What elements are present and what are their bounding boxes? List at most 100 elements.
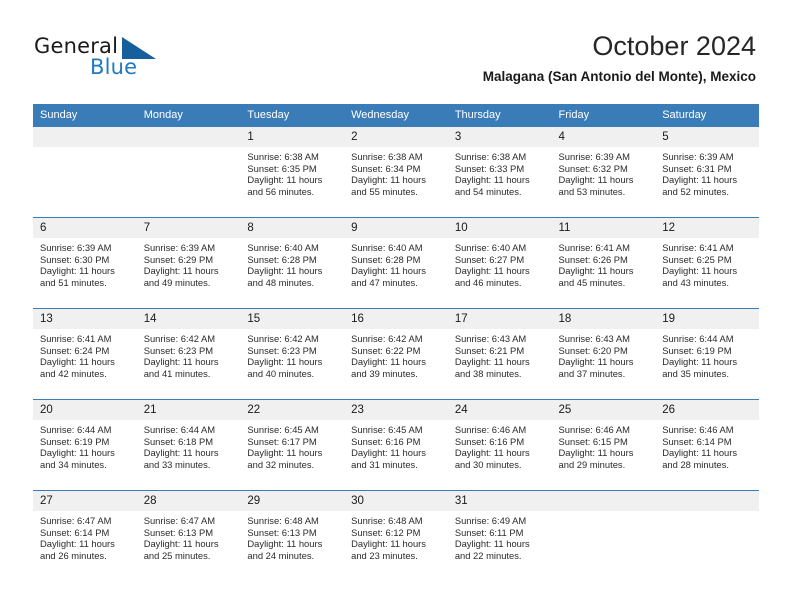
sunrise-text: Sunrise: 6:46 AM: [662, 424, 734, 435]
day-number: 21: [136, 400, 241, 420]
daylight-text-line1: Daylight: 11 hours: [143, 265, 219, 277]
calendar-day-cell[interactable]: 4 Sunrise: 6:39 AM Sunset: 6:32 PM Daylight…: [551, 127, 656, 218]
page-subtitle: Malagana (San Antonio del Monte), Mexico: [482, 69, 756, 84]
sunset-text: Sunset: 6:34 PM: [351, 162, 421, 174]
sunset-text: Sunset: 6:28 PM: [351, 253, 421, 265]
calendar-day-cell[interactable]: 17 Sunrise: 6:43 AM Sunset: 6:21 PM Dayligh…: [447, 308, 552, 400]
sunset-text: Sunset: 6:12 PM: [351, 526, 421, 538]
day-number: 3: [447, 127, 552, 147]
calendar-day-cell[interactable]: 6 Sunrise: 6:39 AM Sunset: 6:30 PM Daylight…: [33, 217, 137, 309]
logo-text-blue: Blue: [90, 55, 138, 79]
calendar-day-cell[interactable]: 2 Sunrise: 6:38 AM Sunset: 6:34 PM Daylight…: [344, 127, 448, 218]
day-number: 17: [447, 309, 552, 329]
calendar-day-cell[interactable]: 15 Sunrise: 6:42 AM Sunset: 6:23 PM Dayligh…: [240, 308, 345, 400]
sunset-text: Sunset: 6:30 PM: [40, 253, 110, 265]
sunset-text: Sunset: 6:16 PM: [351, 435, 421, 447]
day-number: 18: [551, 309, 656, 329]
page-title: October 2024: [592, 31, 756, 61]
calendar-day-cell[interactable]: 22 Sunrise: 6:45 AM Sunset: 6:17 PM Dayligh…: [240, 399, 345, 491]
sunrise-text: Sunrise: 6:39 AM: [662, 151, 734, 162]
day-number: 22: [240, 400, 345, 420]
calendar-week-row: 6 Sunrise: 6:39 AM Sunset: 6:30 PM Daylight…: [33, 217, 759, 309]
sunset-text: Sunset: 6:15 PM: [558, 435, 628, 447]
calendar-day-cell[interactable]: 23 Sunrise: 6:45 AM Sunset: 6:16 PM Dayligh…: [344, 399, 448, 491]
day-number: [136, 127, 241, 147]
sunset-text: Sunset: 6:32 PM: [558, 162, 628, 174]
sunrise-text: Sunrise: 6:41 AM: [40, 333, 112, 344]
calendar-week-row: 27 Sunrise: 6:47 AM Sunset: 6:14 PM Dayligh…: [33, 490, 759, 581]
calendar-day-cell[interactable]: 8 Sunrise: 6:40 AM Sunset: 6:28 PM Daylight…: [240, 217, 345, 309]
calendar-week-row: 1 Sunrise: 6:38 AM Sunset: 6:35 PM Daylight…: [33, 127, 759, 218]
calendar-day-cell[interactable]: 20 Sunrise: 6:44 AM Sunset: 6:19 PM Dayligh…: [33, 399, 137, 491]
day-details: Sunrise: 6:40 AM Sunset: 6:27 PM Daylight:…: [448, 238, 552, 288]
daylight-text-line1: Daylight: 11 hours: [662, 174, 738, 186]
daylight-text-line1: Daylight: 11 hours: [351, 447, 426, 459]
day-cell-inner: 3 Sunrise: 6:38 AM Sunset: 6:33 PM Daylight…: [447, 127, 552, 217]
daylight-text-line2: and 43 minutes.: [662, 276, 729, 288]
day-cell-inner: 6 Sunrise: 6:39 AM Sunset: 6:30 PM Daylight…: [33, 218, 137, 308]
calendar-day-cell[interactable]: 24 Sunrise: 6:46 AM Sunset: 6:16 PM Dayligh…: [447, 399, 552, 491]
daylight-text-line1: Daylight: 11 hours: [454, 447, 530, 459]
calendar-day-cell[interactable]: 3 Sunrise: 6:38 AM Sunset: 6:33 PM Daylight…: [447, 127, 552, 218]
day-cell-inner: 15 Sunrise: 6:42 AM Sunset: 6:23 PM Dayligh…: [240, 309, 345, 399]
calendar-day-cell[interactable]: 29 Sunrise: 6:48 AM Sunset: 6:13 PM Dayligh…: [240, 490, 345, 581]
calendar-day-cell[interactable]: 11 Sunrise: 6:41 AM Sunset: 6:26 PM Dayligh…: [551, 217, 656, 309]
sunrise-text: Sunrise: 6:46 AM: [558, 424, 630, 435]
daylight-text-line1: Daylight: 11 hours: [247, 174, 323, 186]
daylight-text-line1: Daylight: 11 hours: [247, 265, 323, 277]
day-cell-inner: 20 Sunrise: 6:44 AM Sunset: 6:19 PM Dayligh…: [33, 400, 137, 490]
day-cell-inner: 1 Sunrise: 6:38 AM Sunset: 6:35 PM Daylight…: [240, 127, 345, 217]
sunrise-sunset-calendar: Sunday Monday Tuesday Wednesday Thursday…: [33, 104, 759, 581]
sunrise-text: Sunrise: 6:44 AM: [662, 333, 734, 344]
day-number: 4: [551, 127, 656, 147]
daylight-text-line2: and 31 minutes.: [351, 458, 418, 470]
daylight-text-line2: and 28 minutes.: [662, 458, 729, 470]
calendar-header-row: Sunday Monday Tuesday Wednesday Thursday…: [33, 104, 759, 127]
daylight-text-line1: Daylight: 11 hours: [662, 265, 738, 277]
calendar-day-cell[interactable]: 7 Sunrise: 6:39 AM Sunset: 6:29 PM Daylight…: [136, 217, 241, 309]
day-details: Sunrise: 6:48 AM Sunset: 6:13 PM Daylight:…: [240, 511, 344, 561]
calendar-day-cell[interactable]: 5 Sunrise: 6:39 AM Sunset: 6:31 PM Daylight…: [655, 127, 759, 218]
general-blue-logo[interactable]: General Blue: [34, 34, 214, 82]
calendar-day-cell[interactable]: 13 Sunrise: 6:41 AM Sunset: 6:24 PM Dayligh…: [33, 308, 137, 400]
daylight-text-line2: and 45 minutes.: [558, 276, 626, 288]
calendar-page: General Blue October 2024 Malagana (San …: [0, 0, 792, 612]
daylight-text-line2: and 55 minutes.: [351, 185, 418, 197]
calendar-day-cell[interactable]: 12 Sunrise: 6:41 AM Sunset: 6:25 PM Dayligh…: [655, 217, 759, 309]
calendar-day-cell[interactable]: 19 Sunrise: 6:44 AM Sunset: 6:19 PM Dayligh…: [655, 308, 759, 400]
day-details: Sunrise: 6:41 AM Sunset: 6:25 PM Daylight:…: [655, 238, 759, 288]
day-number: 28: [136, 491, 241, 511]
day-cell-inner: 23 Sunrise: 6:45 AM Sunset: 6:16 PM Dayligh…: [344, 400, 448, 490]
daylight-text-line2: and 46 minutes.: [454, 276, 522, 288]
calendar-day-cell[interactable]: 31 Sunrise: 6:49 AM Sunset: 6:11 PM Dayligh…: [447, 490, 552, 581]
day-details: Sunrise: 6:47 AM Sunset: 6:14 PM Daylight:…: [33, 511, 137, 561]
calendar-day-cell[interactable]: 26 Sunrise: 6:46 AM Sunset: 6:14 PM Dayligh…: [655, 399, 759, 491]
day-cell-inner: 19 Sunrise: 6:44 AM Sunset: 6:19 PM Dayligh…: [655, 309, 759, 399]
calendar-day-cell[interactable]: 14 Sunrise: 6:42 AM Sunset: 6:23 PM Dayligh…: [136, 308, 241, 400]
daylight-text-line1: Daylight: 11 hours: [662, 356, 738, 368]
sunrise-text: Sunrise: 6:40 AM: [351, 242, 423, 253]
calendar-day-cell[interactable]: 27 Sunrise: 6:47 AM Sunset: 6:14 PM Dayligh…: [33, 490, 137, 581]
calendar-day-cell[interactable]: 9 Sunrise: 6:40 AM Sunset: 6:28 PM Daylight…: [344, 217, 448, 309]
calendar-day-cell[interactable]: 28 Sunrise: 6:47 AM Sunset: 6:13 PM Dayligh…: [136, 490, 241, 581]
sunrise-text: Sunrise: 6:43 AM: [454, 333, 527, 344]
calendar-day-cell[interactable]: 16 Sunrise: 6:42 AM Sunset: 6:22 PM Dayligh…: [344, 308, 448, 400]
day-cell-inner: 2 Sunrise: 6:38 AM Sunset: 6:34 PM Daylight…: [344, 127, 448, 217]
daylight-text-line2: and 47 minutes.: [351, 276, 418, 288]
daylight-text-line2: and 51 minutes.: [40, 276, 107, 288]
day-details: Sunrise: 6:41 AM Sunset: 6:26 PM Daylight:…: [552, 238, 656, 288]
calendar-day-cell[interactable]: 21 Sunrise: 6:44 AM Sunset: 6:18 PM Dayligh…: [136, 399, 241, 491]
daylight-text-line2: and 34 minutes.: [40, 458, 107, 470]
day-number: 16: [344, 309, 448, 329]
calendar-day-cell[interactable]: 30 Sunrise: 6:48 AM Sunset: 6:12 PM Dayligh…: [344, 490, 448, 581]
daylight-text-line1: Daylight: 11 hours: [454, 538, 530, 550]
calendar-day-cell[interactable]: 10 Sunrise: 6:40 AM Sunset: 6:27 PM Dayligh…: [447, 217, 552, 309]
sunset-text: Sunset: 6:23 PM: [143, 344, 214, 356]
daylight-text-line2: and 54 minutes.: [454, 185, 522, 197]
calendar-day-cell[interactable]: 18 Sunrise: 6:43 AM Sunset: 6:20 PM Dayligh…: [551, 308, 656, 400]
day-number: 19: [655, 309, 759, 329]
calendar-day-cell[interactable]: 1 Sunrise: 6:38 AM Sunset: 6:35 PM Daylight…: [240, 127, 345, 218]
day-number: 1: [240, 127, 345, 147]
calendar-day-cell[interactable]: 25 Sunrise: 6:46 AM Sunset: 6:15 PM Dayligh…: [551, 399, 656, 491]
day-cell-inner: [551, 491, 656, 581]
